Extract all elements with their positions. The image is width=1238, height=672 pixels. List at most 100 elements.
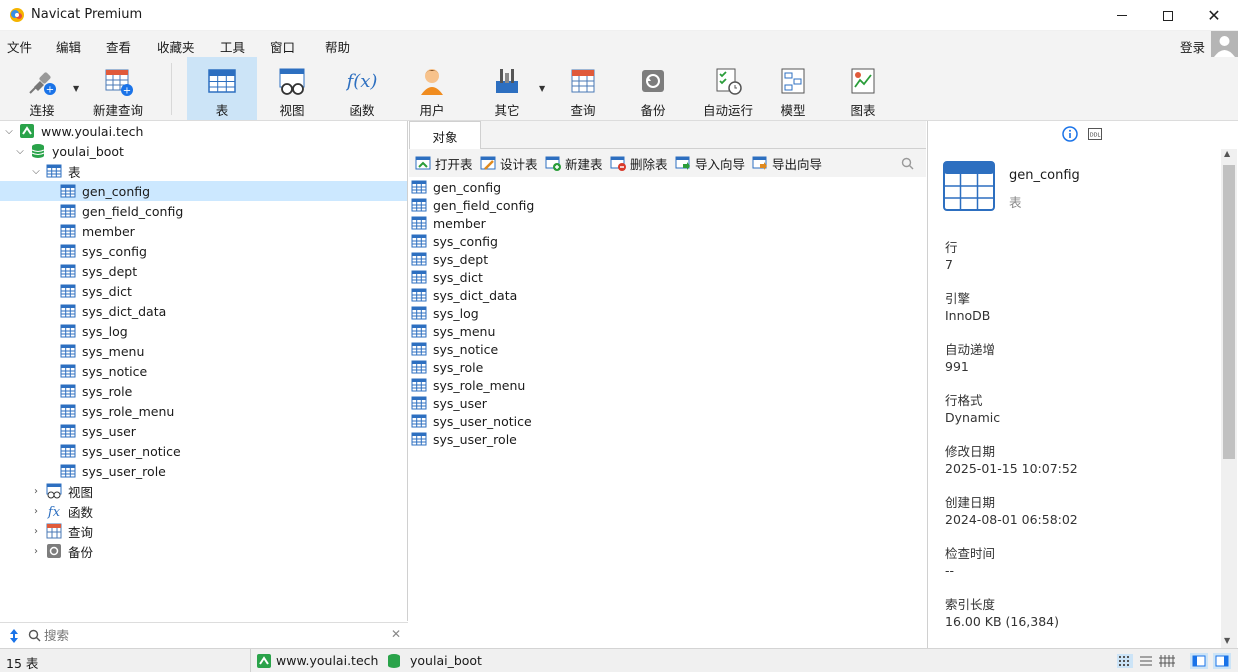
object-list-item[interactable]: sys_dept — [411, 250, 488, 268]
export-wizard-button[interactable]: 导出向导 — [752, 154, 822, 172]
chevron-down-icon[interactable]: ⌵ — [14, 146, 26, 157]
status-connection: www.youlai.tech — [276, 653, 379, 668]
er-view-icon[interactable] — [1159, 654, 1175, 668]
menu-favorites[interactable]: 收藏夹 — [157, 37, 195, 56]
object-list-item[interactable]: member — [411, 214, 486, 232]
object-list-item[interactable]: sys_user_role — [411, 430, 517, 448]
filter-icon[interactable] — [8, 628, 20, 644]
import-wizard-button[interactable]: 导入向导 — [675, 154, 745, 172]
table-name: sys_dict — [82, 283, 132, 299]
menu-window[interactable]: 窗口 — [270, 37, 295, 56]
tree-table-item[interactable]: sys_user — [60, 421, 136, 441]
detail-view-icon[interactable] — [1138, 654, 1154, 668]
tree-table-item[interactable]: sys_config — [60, 241, 147, 261]
chevron-right-icon[interactable]: › — [30, 526, 42, 537]
tree-table-item[interactable]: sys_role — [60, 381, 132, 401]
scroll-up-icon[interactable]: ▲ — [1224, 149, 1230, 158]
tree-table-item[interactable]: sys_dict — [60, 281, 132, 301]
property-value: 16.00 KB (16,384) — [945, 614, 1059, 629]
list-view-icon[interactable] — [1117, 654, 1133, 668]
tree-table-item[interactable]: gen_field_config — [60, 201, 183, 221]
toggle-nav-pane-icon[interactable] — [1190, 653, 1208, 669]
ddl-icon[interactable]: DDL — [1087, 126, 1103, 142]
object-list-item[interactable]: sys_role — [411, 358, 483, 376]
other-dropdown-arrow-icon[interactable]: ▼ — [539, 84, 545, 93]
toolbar-function-button[interactable]: f(x) 函数 — [332, 57, 392, 120]
tree-table-item[interactable]: sys_user_notice — [60, 441, 181, 461]
tree-connection[interactable]: ⌵ www.youlai.tech — [0, 121, 407, 141]
tree-functions-group[interactable]: › fx 函数 — [30, 501, 93, 521]
toolbar-model-button[interactable]: 模型 — [763, 57, 823, 120]
tree-database[interactable]: ⌵ youlai_boot — [14, 141, 124, 161]
toolbar-table-button[interactable]: 表 — [187, 57, 257, 120]
delete-table-button[interactable]: 删除表 — [610, 154, 668, 172]
object-list-item[interactable]: sys_user — [411, 394, 487, 412]
menu-edit[interactable]: 编辑 — [56, 37, 81, 56]
object-list-item[interactable]: sys_notice — [411, 340, 498, 358]
menu-tools[interactable]: 工具 — [220, 37, 245, 56]
object-list-item[interactable]: sys_config — [411, 232, 498, 250]
tree-table-item[interactable]: gen_config — [0, 181, 407, 201]
minimize-button[interactable] — [1099, 0, 1145, 31]
toolbar-view-button[interactable]: 视图 — [262, 57, 322, 120]
open-table-button[interactable]: 打开表 — [415, 154, 473, 172]
menu-file[interactable]: 文件 — [7, 37, 32, 56]
tree-table-item[interactable]: sys_user_role — [60, 461, 166, 481]
login-link[interactable]: 登录 — [1180, 37, 1205, 56]
table-icon — [60, 304, 76, 318]
toolbar-connect-button[interactable]: + 连接 — [14, 57, 70, 120]
toolbar-autorun-button[interactable]: 自动运行 — [693, 57, 763, 120]
object-list-item[interactable]: gen_field_config — [411, 196, 534, 214]
object-list-item[interactable]: sys_role_menu — [411, 376, 525, 394]
tree-table-item[interactable]: sys_role_menu — [60, 401, 174, 421]
chevron-right-icon[interactable]: › — [30, 546, 42, 557]
tree-views-group[interactable]: › 视图 — [30, 481, 93, 501]
tree-table-item[interactable]: sys_dict_data — [60, 301, 166, 321]
chevron-down-icon[interactable]: ⌵ — [3, 126, 15, 137]
database-icon — [31, 144, 45, 158]
menu-help[interactable]: 帮助 — [325, 37, 350, 56]
avatar[interactable] — [1211, 31, 1238, 57]
toolbar-new-query-button[interactable]: + 新建查询 — [88, 57, 148, 120]
menu-view[interactable]: 查看 — [106, 37, 131, 56]
tree-table-item[interactable]: sys_menu — [60, 341, 144, 361]
toggle-info-pane-icon[interactable] — [1213, 653, 1231, 669]
svg-text:fx: fx — [47, 505, 61, 519]
clear-search-icon[interactable]: ✕ — [391, 627, 401, 641]
tools-icon — [496, 69, 518, 93]
toolbar-user-button[interactable]: 用户 — [402, 57, 462, 120]
tree-queries-group[interactable]: › 查询 — [30, 521, 93, 541]
toolbar-backup-button[interactable]: 备份 — [623, 57, 683, 120]
object-list-item[interactable]: sys_log — [411, 304, 479, 322]
tree-search-input[interactable] — [44, 626, 374, 645]
tree-table-item[interactable]: sys_dept — [60, 261, 137, 281]
properties-scrollbar[interactable]: ▲ ▼ — [1221, 149, 1237, 648]
chevron-right-icon[interactable]: › — [30, 486, 42, 497]
tree-table-item[interactable]: member — [60, 221, 135, 241]
object-list-item[interactable]: gen_config — [411, 178, 501, 196]
toolbar-chart-button[interactable]: 图表 — [833, 57, 893, 120]
info-icon[interactable] — [1062, 126, 1078, 142]
new-table-button[interactable]: 新建表 — [545, 154, 603, 172]
connect-dropdown-arrow-icon[interactable]: ▼ — [73, 84, 79, 93]
search-icon[interactable] — [901, 157, 914, 170]
scrollbar-thumb[interactable] — [1223, 165, 1235, 459]
tree-table-item[interactable]: sys_log — [60, 321, 128, 341]
toolbar-query-button[interactable]: 查询 — [553, 57, 613, 120]
database-name: youlai_boot — [52, 143, 124, 159]
object-list-item[interactable]: sys_menu — [411, 322, 495, 340]
object-list-item[interactable]: sys_dict — [411, 268, 483, 286]
tree-backups-group[interactable]: › 备份 — [30, 541, 93, 561]
chevron-right-icon[interactable]: › — [30, 506, 42, 517]
tree-table-item[interactable]: sys_notice — [60, 361, 147, 381]
tree-tables-group[interactable]: ⌵ 表 — [30, 161, 81, 181]
maximize-button[interactable] — [1145, 0, 1191, 31]
toolbar-other-button[interactable]: 其它 — [477, 57, 537, 120]
design-table-button[interactable]: 设计表 — [480, 154, 538, 172]
close-button[interactable]: ✕ — [1191, 0, 1237, 31]
scroll-down-icon[interactable]: ▼ — [1224, 636, 1230, 645]
chevron-down-icon[interactable]: ⌵ — [30, 166, 42, 177]
tab-objects[interactable]: 对象 — [409, 121, 481, 150]
object-list-item[interactable]: sys_dict_data — [411, 286, 517, 304]
object-list-item[interactable]: sys_user_notice — [411, 412, 532, 430]
